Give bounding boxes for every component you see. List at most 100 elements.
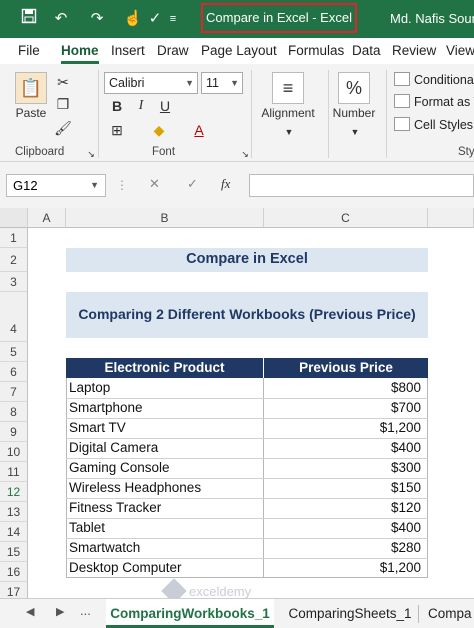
product-name[interactable]: Smart TV (69, 420, 126, 435)
row-header-2[interactable]: 2 (0, 248, 28, 272)
underline-button[interactable]: U (154, 96, 176, 116)
product-name[interactable]: Smartwatch (69, 540, 140, 555)
product-name[interactable]: Tablet (69, 520, 105, 535)
row-header-12[interactable]: 12 (0, 482, 28, 502)
group-divider (98, 70, 99, 158)
column-header-b[interactable]: B (66, 208, 264, 228)
tab-draw[interactable]: Draw (157, 38, 189, 64)
enter-icon[interactable]: ✓ (187, 176, 198, 192)
row-header-14[interactable]: 14 (0, 522, 28, 542)
bold-button[interactable]: B (106, 96, 128, 116)
tab-insert[interactable]: Insert (111, 38, 145, 64)
row-header-17[interactable]: 17 (0, 582, 28, 598)
sheet-subtitle: Comparing 2 Different Workbooks (Previou… (78, 306, 416, 322)
row-header-16[interactable]: 16 (0, 562, 28, 582)
paste-button[interactable]: 📋 Paste (14, 72, 48, 120)
product-name[interactable]: Laptop (69, 380, 110, 395)
row-header-4[interactable]: 4 (0, 292, 28, 342)
tab-review[interactable]: Review (392, 38, 436, 64)
font-size-value: 11 (206, 76, 219, 90)
row-header-1[interactable]: 1 (0, 228, 28, 248)
product-price[interactable]: $400 (268, 520, 421, 535)
format-painter-icon[interactable]: 🖌 (52, 118, 74, 138)
chevron-down-icon: ▼ (230, 78, 239, 88)
tab-formulas[interactable]: Formulas (288, 38, 344, 64)
conditional-formatting-button[interactable]: Conditional (394, 70, 474, 90)
tab-data[interactable]: Data (352, 38, 381, 64)
product-name[interactable]: Gaming Console (69, 460, 170, 475)
font-name-combo[interactable]: Calibri ▼ (104, 72, 198, 94)
tab-home[interactable]: Home (61, 38, 99, 64)
row-header-15[interactable]: 15 (0, 542, 28, 562)
paste-label: Paste (15, 106, 47, 120)
column-header-d[interactable] (428, 208, 474, 228)
insert-function-icon[interactable]: fx (221, 176, 230, 192)
select-all-corner[interactable] (0, 208, 28, 228)
undo-icon[interactable]: ↶ (50, 8, 72, 30)
touch-mode-icon[interactable]: ☝ (122, 8, 144, 30)
fill-color-icon[interactable]: ◆ (148, 120, 170, 140)
product-name[interactable]: Fitness Tracker (69, 500, 161, 515)
cell-styles-button[interactable]: Cell Styles (394, 115, 473, 135)
name-box[interactable]: G12 ▼ (6, 174, 106, 197)
product-name[interactable]: Smartphone (69, 400, 143, 415)
row-header-7[interactable]: 7 (0, 382, 28, 402)
sheet-tab-compa[interactable]: Compa (428, 599, 474, 628)
conditional-formatting-label: Conditional (414, 73, 474, 87)
formula-input[interactable] (249, 174, 474, 197)
window-title: Compare in Excel - Excel (201, 3, 357, 33)
product-price[interactable]: $280 (268, 540, 421, 555)
chevron-down-icon[interactable]: ▼ (344, 122, 366, 142)
tab-page-layout[interactable]: Page Layout (201, 38, 277, 64)
product-price[interactable]: $150 (268, 480, 421, 495)
borders-icon[interactable]: ⊞ (106, 120, 128, 140)
header-electronic-product[interactable]: Electronic Product (66, 360, 263, 375)
row-header-11[interactable]: 11 (0, 462, 28, 482)
number-button[interactable]: % Number (330, 72, 378, 120)
font-size-combo[interactable]: 11 ▼ (201, 72, 243, 94)
customize-qat-icon[interactable]: ≡ (162, 8, 184, 30)
dialog-launcher-icon[interactable]: ↘ (234, 144, 256, 164)
sheet-tab-comparingworkbooks-1[interactable]: ComparingWorkbooks_1 (106, 599, 274, 628)
save-icon[interactable] (18, 8, 40, 30)
row-header-10[interactable]: 10 (0, 442, 28, 462)
next-sheet-button[interactable]: ▶ (56, 605, 64, 618)
product-name[interactable]: Desktop Computer (69, 560, 182, 575)
row-header-8[interactable]: 8 (0, 402, 28, 422)
column-header-c[interactable]: C (264, 208, 428, 228)
product-price[interactable]: $1,200 (268, 420, 421, 435)
alignment-label: Alignment (261, 106, 315, 120)
row-header-6[interactable]: 6 (0, 362, 28, 382)
product-price[interactable]: $1,200 (268, 560, 421, 575)
prev-sheet-button[interactable]: ◀ (26, 605, 34, 618)
cell-styles-label: Cell Styles (414, 118, 474, 132)
column-header-a[interactable]: A (28, 208, 66, 228)
alignment-button[interactable]: ≡ Alignment (256, 72, 320, 120)
tab-view[interactable]: View (446, 38, 474, 64)
cut-icon[interactable]: ✂ (52, 72, 74, 92)
header-previous-price[interactable]: Previous Price (264, 360, 428, 375)
product-price[interactable]: $300 (268, 460, 421, 475)
cancel-icon[interactable]: ✕ (149, 176, 160, 192)
user-name[interactable]: Md. Nafis Soum (390, 0, 474, 38)
italic-button[interactable]: I (130, 96, 152, 116)
row-header-9[interactable]: 9 (0, 422, 28, 442)
product-name[interactable]: Digital Camera (69, 440, 158, 455)
more-sheets-button[interactable]: ... (80, 603, 91, 618)
row-header-13[interactable]: 13 (0, 502, 28, 522)
product-price[interactable]: $400 (268, 440, 421, 455)
row-header-5[interactable]: 5 (0, 342, 28, 362)
row-header-3[interactable]: 3 (0, 272, 28, 292)
sheet-tab-comparingsheets-1[interactable]: ComparingSheets_1 (288, 599, 412, 628)
product-price[interactable]: $800 (268, 380, 421, 395)
font-color-icon[interactable]: A (188, 120, 210, 140)
tab-file[interactable]: File (18, 38, 40, 64)
format-as-table-button[interactable]: Format as T (394, 92, 474, 112)
ribbon-tabs: File Home Insert Draw Page Layout Formul… (0, 38, 474, 64)
product-price[interactable]: $120 (268, 500, 421, 515)
chevron-down-icon[interactable]: ▼ (278, 122, 300, 142)
redo-icon[interactable]: ↷ (86, 8, 108, 30)
product-price[interactable]: $700 (268, 400, 421, 415)
product-name[interactable]: Wireless Headphones (69, 480, 201, 495)
copy-icon[interactable]: ❐ (52, 94, 74, 114)
